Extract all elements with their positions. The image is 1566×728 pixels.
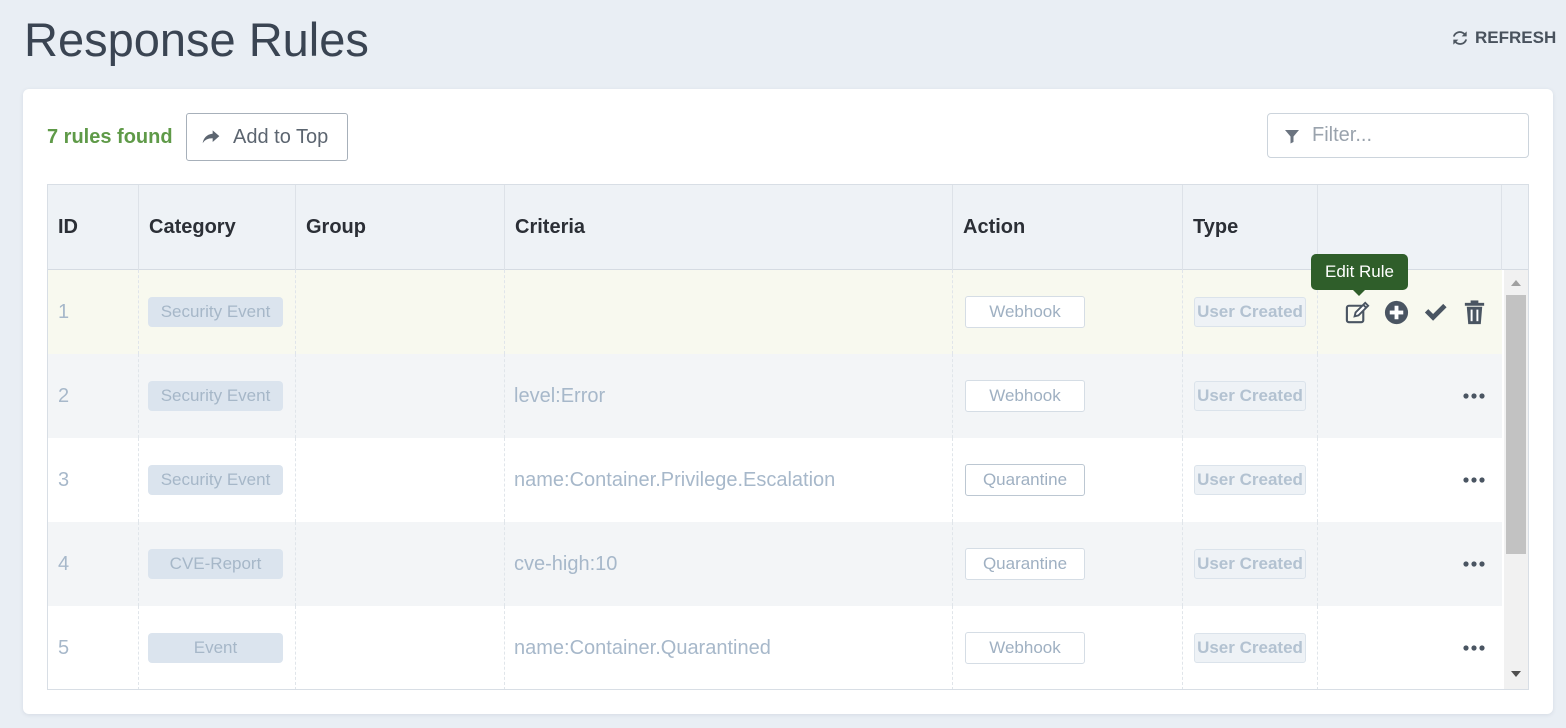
scroll-up-arrow[interactable] [1511, 280, 1521, 286]
table-row[interactable]: 3 Security Event name:Container.Privileg… [48, 438, 1502, 522]
share-arrow-icon [202, 130, 220, 144]
row-more-button[interactable] [1462, 384, 1486, 408]
row-more-button[interactable] [1462, 636, 1486, 660]
add-circle-icon [1384, 300, 1409, 324]
edit-rule-button[interactable] [1344, 299, 1371, 326]
check-icon [1424, 303, 1447, 321]
table-scrollbar[interactable] [1504, 270, 1528, 689]
ellipsis-icon [1463, 561, 1485, 567]
header-criteria[interactable]: Criteria [505, 185, 953, 270]
action-badge: Webhook [965, 380, 1085, 412]
scroll-down-arrow[interactable] [1511, 671, 1521, 677]
rule-id: 2 [58, 384, 70, 407]
enable-rule-button[interactable] [1422, 299, 1449, 326]
filter-box[interactable] [1267, 113, 1529, 158]
type-badge: User Created [1194, 297, 1306, 327]
category-badge: Security Event [148, 381, 283, 411]
category-badge: CVE-Report [148, 549, 283, 579]
type-badge: User Created [1194, 465, 1306, 495]
rules-card: 7 rules found Add to Top ID Category Gro… [23, 89, 1553, 714]
table-row[interactable]: 4 CVE-Report cve-high:10 Quarantine User… [48, 522, 1502, 606]
header-id[interactable]: ID [48, 185, 139, 270]
filter-input[interactable] [1312, 124, 1512, 147]
edit-icon [1345, 300, 1370, 323]
refresh-label: REFRESH [1475, 28, 1557, 47]
criteria-cell: level:Error [514, 384, 606, 407]
header-category[interactable]: Category [139, 185, 296, 270]
category-badge: Event [148, 633, 283, 663]
row-more-button[interactable] [1462, 468, 1486, 492]
refresh-icon [1452, 31, 1468, 45]
action-badge: Webhook [965, 632, 1085, 664]
header-group[interactable]: Group [296, 185, 505, 270]
criteria-cell: cve-high:10 [514, 552, 618, 575]
ellipsis-icon [1463, 645, 1485, 651]
ellipsis-icon [1463, 393, 1485, 399]
add-to-top-label: Add to Top [233, 125, 329, 148]
table-row[interactable]: 2 Security Event level:Error Webhook Use… [48, 354, 1502, 438]
table-row[interactable]: 5 Event name:Container.Quarantined Webho… [48, 606, 1502, 689]
add-to-top-button[interactable]: Add to Top [186, 113, 348, 161]
rule-id: 5 [58, 636, 70, 659]
add-rule-button[interactable] [1383, 299, 1410, 326]
type-badge: User Created [1194, 633, 1306, 663]
delete-rule-button[interactable] [1461, 299, 1488, 326]
table-header: ID Category Group Criteria Action Type [48, 185, 1528, 270]
category-badge: Security Event [148, 465, 283, 495]
refresh-button[interactable]: REFRESH [1450, 28, 1556, 48]
type-badge: User Created [1194, 381, 1306, 411]
rule-id: 4 [58, 552, 70, 575]
rules-table: ID Category Group Criteria Action Type 1… [47, 184, 1529, 690]
rule-id: 3 [58, 468, 70, 491]
type-badge: User Created [1194, 549, 1306, 579]
header-type[interactable]: Type [1183, 185, 1318, 270]
action-badge: Webhook [965, 296, 1085, 328]
action-badge: Quarantine [965, 548, 1085, 580]
rule-id: 1 [58, 300, 70, 323]
row-more-button[interactable] [1462, 552, 1486, 576]
table-row[interactable]: 1 Security Event Webhook User Created [48, 270, 1502, 354]
header-action[interactable]: Action [953, 185, 1183, 270]
filter-icon [1285, 129, 1299, 143]
trash-icon [1464, 299, 1485, 324]
page-title: Response Rules [24, 13, 369, 66]
scroll-thumb[interactable] [1506, 295, 1526, 554]
category-badge: Security Event [148, 297, 283, 327]
ellipsis-icon [1463, 477, 1485, 483]
criteria-cell: name:Container.Quarantined [514, 636, 771, 659]
criteria-cell: name:Container.Privilege.Escalation [514, 468, 836, 491]
edit-rule-tooltip: Edit Rule [1311, 254, 1408, 296]
rules-count: 7 rules found [47, 126, 173, 148]
action-badge: Quarantine [965, 464, 1085, 496]
